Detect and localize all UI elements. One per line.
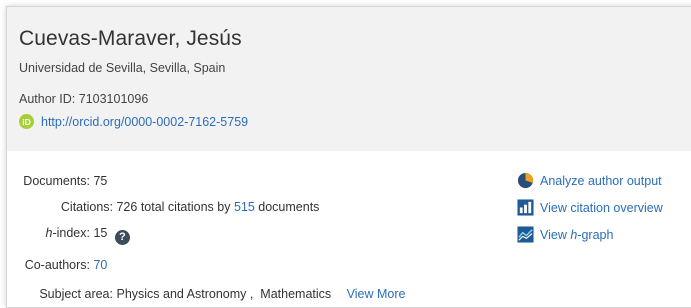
view-citation-overview-action[interactable]: View citation overview bbox=[517, 199, 663, 216]
citations-label: Citations: bbox=[60, 200, 113, 214]
analyze-author-output-link[interactable]: Analyze author output bbox=[540, 174, 662, 188]
documents-label: Documents: bbox=[23, 174, 90, 188]
author-id: Author ID: 7103101096 bbox=[19, 92, 149, 106]
hindex-value: 15 bbox=[93, 226, 108, 240]
h-graph-prefix: View bbox=[540, 227, 567, 242]
citing-documents-link[interactable]: 515 bbox=[234, 200, 255, 214]
documents-row: Documents: 75 bbox=[17, 174, 107, 188]
analyze-author-output-action[interactable]: Analyze author output bbox=[517, 172, 662, 189]
help-icon[interactable]: ? bbox=[114, 230, 130, 245]
bar-chart-icon bbox=[517, 199, 534, 216]
orcid-icon: iD bbox=[19, 114, 34, 129]
subject-area-label: Subject area: bbox=[39, 287, 113, 301]
hindex-label-rest: -index: bbox=[52, 226, 90, 240]
subject-area-values: Physics and Astronomy , Mathematics bbox=[116, 287, 332, 301]
view-h-graph-link[interactable]: View h-graph bbox=[540, 228, 613, 242]
view-h-graph-action[interactable]: View h-graph bbox=[517, 226, 613, 243]
h-graph-suffix: -graph bbox=[577, 227, 614, 242]
documents-value: 75 bbox=[93, 174, 108, 188]
line-graph-icon bbox=[517, 226, 534, 243]
orcid-link[interactable]: http://orcid.org/0000-0002-7162-5759 bbox=[41, 115, 248, 129]
coauthors-link[interactable]: 70 bbox=[93, 258, 107, 272]
citations-suffix: documents bbox=[258, 200, 320, 214]
subject-area-row: Subject area: Physics and Astronomy , Ma… bbox=[17, 287, 405, 301]
author-header: Cuevas-Maraver, Jesús Universidad de Sev… bbox=[7, 7, 691, 151]
author-affiliation: Universidad de Sevilla, Sevilla, Spain bbox=[19, 61, 226, 75]
orcid-row: iD http://orcid.org/0000-0002-7162-5759 bbox=[19, 114, 248, 129]
citations-total: 726 total citations by bbox=[116, 200, 231, 214]
view-citation-overview-link[interactable]: View citation overview bbox=[540, 201, 663, 215]
author-profile-panel: Cuevas-Maraver, Jesús Universidad de Sev… bbox=[6, 6, 691, 308]
hindex-row: h-index: 15 ? bbox=[17, 226, 130, 245]
pie-chart-icon bbox=[517, 172, 534, 189]
view-more-link[interactable]: View More bbox=[347, 287, 406, 301]
author-name: Cuevas-Maraver, Jesús bbox=[19, 27, 242, 50]
hindex-label: h-index: bbox=[17, 226, 90, 240]
citations-row: Citations: 726 total citations by 515 do… bbox=[17, 200, 320, 214]
coauthors-row: Co-authors: 70 bbox=[17, 258, 108, 272]
coauthors-label: Co-authors: bbox=[24, 258, 90, 272]
